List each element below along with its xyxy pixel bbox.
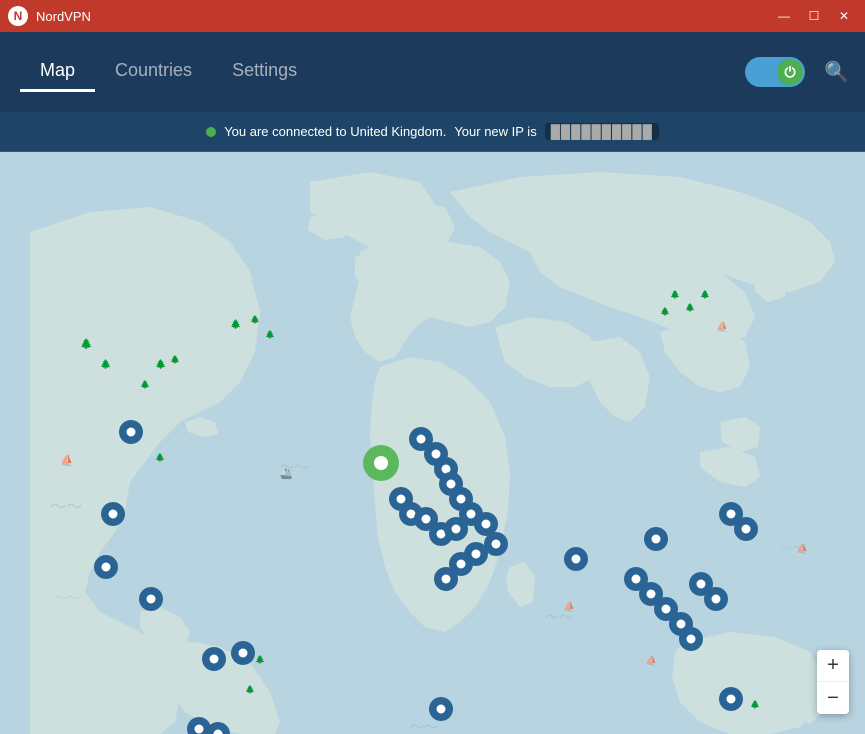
nav-tabs: Map Countries Settings xyxy=(20,52,317,92)
tab-map[interactable]: Map xyxy=(20,52,95,92)
pin-p4[interactable] xyxy=(151,587,179,623)
connection-status-dot xyxy=(206,127,216,137)
svg-text:⛵: ⛵ xyxy=(796,542,808,555)
navbar: Map Countries Settings ⏻ 🔍 xyxy=(0,32,865,112)
zoom-in-button[interactable]: + xyxy=(817,650,849,682)
pin-p3[interactable] xyxy=(106,555,134,591)
titlebar-left: N NordVPN xyxy=(8,6,91,26)
svg-text:〜〜: 〜〜 xyxy=(50,499,82,516)
ip-value: ██████████ xyxy=(545,123,659,140)
svg-text:🌲: 🌲 xyxy=(670,289,680,299)
nordvpn-logo: N xyxy=(8,6,28,26)
svg-text:🌲: 🌲 xyxy=(700,289,710,299)
window-controls: — ☐ ✕ xyxy=(771,6,857,26)
toggle-track[interactable]: ⏻ xyxy=(745,57,805,87)
toggle-knob: ⏻ xyxy=(777,59,803,85)
svg-text:🌲: 🌲 xyxy=(170,354,180,364)
pin-uk[interactable] xyxy=(381,445,409,481)
svg-text:N: N xyxy=(14,9,23,23)
pin-p2[interactable] xyxy=(113,502,141,538)
svg-text:🌲: 🌲 xyxy=(660,306,670,316)
tab-countries[interactable]: Countries xyxy=(95,52,212,92)
svg-text:🚢: 🚢 xyxy=(280,468,292,480)
svg-text:⛵: ⛵ xyxy=(60,454,74,467)
pin-p35[interactable] xyxy=(656,527,684,563)
pin-p30[interactable] xyxy=(691,627,719,663)
pin-p37[interactable] xyxy=(731,687,759,723)
pin-p7[interactable] xyxy=(218,722,246,734)
pin-p34[interactable] xyxy=(746,517,774,553)
svg-text:🌲: 🌲 xyxy=(265,329,275,339)
minimize-button[interactable]: — xyxy=(771,6,797,26)
svg-text:🌲: 🌲 xyxy=(245,684,255,694)
zoom-out-button[interactable]: − xyxy=(817,682,849,714)
status-message: You are connected to United Kingdom. xyxy=(224,124,446,139)
pin-p36[interactable] xyxy=(441,697,469,733)
maximize-button[interactable]: ☐ xyxy=(801,6,827,26)
vpn-toggle[interactable]: ⏻ xyxy=(745,57,805,87)
svg-text:⛵: ⛵ xyxy=(563,600,575,613)
status-bar: You are connected to United Kingdom. You… xyxy=(0,112,865,152)
pin-p32[interactable] xyxy=(716,587,744,623)
map-container: 〜〜 〜〜 〜〜 〜〜 〜〜 〜〜 〜〜 ⛵ 🚢 ⛵ ⛵ ⛵ ⛵ ⛵ ⛵ ⛵ ⛵… xyxy=(0,152,865,734)
svg-text:⛵: ⛵ xyxy=(716,320,728,333)
svg-text:〜〜: 〜〜 xyxy=(55,591,79,605)
svg-text:🌲: 🌲 xyxy=(80,337,92,350)
svg-text:🌲: 🌲 xyxy=(250,314,260,324)
search-button[interactable]: 🔍 xyxy=(824,60,849,85)
svg-text:🌲: 🌲 xyxy=(230,318,241,329)
svg-text:🌲: 🌲 xyxy=(155,358,166,369)
pin-p1[interactable] xyxy=(131,420,159,456)
close-button[interactable]: ✕ xyxy=(831,6,857,26)
ip-label: Your new IP is xyxy=(454,124,536,139)
pin-p8[interactable] xyxy=(243,641,271,677)
pin-p25[interactable] xyxy=(576,547,604,583)
tab-settings[interactable]: Settings xyxy=(212,52,317,92)
svg-text:🌲: 🌲 xyxy=(685,302,695,312)
titlebar: N NordVPN — ☐ ✕ xyxy=(0,0,865,32)
svg-text:🌲: 🌲 xyxy=(140,379,150,389)
search-icon: 🔍 xyxy=(824,62,849,84)
svg-text:⛵: ⛵ xyxy=(645,654,657,667)
svg-text:🌲: 🌲 xyxy=(100,358,111,369)
zoom-controls: + − xyxy=(817,650,849,714)
power-icon: ⏻ xyxy=(784,64,795,81)
pin-p24[interactable] xyxy=(446,567,474,603)
app-title: NordVPN xyxy=(36,9,91,24)
